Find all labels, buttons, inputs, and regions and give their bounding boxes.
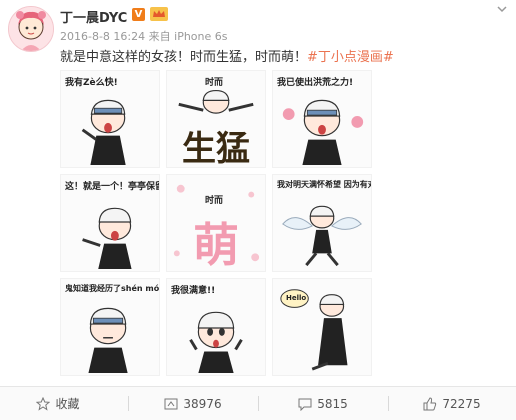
comment-icon bbox=[298, 398, 312, 411]
post-timestamp[interactable]: 2016-8-8 16:24 bbox=[60, 30, 145, 43]
image-grid: 我有Zè么快! 时而 生猛 我已使出洪荒之力! 这！就是一个！亭亭保 时而 萌 … bbox=[60, 70, 372, 376]
like-count: 72275 bbox=[442, 396, 481, 411]
chevron-down-icon[interactable] bbox=[496, 4, 508, 14]
user-avatar[interactable] bbox=[8, 6, 54, 52]
repost-count: 38976 bbox=[183, 396, 222, 411]
sticker-image[interactable]: 我已使出洪荒之力! bbox=[272, 70, 372, 168]
sticker-caption: 这！就是一个！亭亭保留的我！ bbox=[65, 182, 159, 192]
comment-button[interactable]: 5815 bbox=[258, 387, 388, 420]
sticker-image[interactable]: 这！就是一个！亭亭保留的我！ bbox=[60, 174, 160, 272]
verified-v-badge-icon: V bbox=[132, 8, 145, 21]
post-action-bar: 收藏 38976 5815 72275 bbox=[0, 386, 516, 420]
sticker-big-word: 萌 bbox=[193, 218, 239, 272]
sticker-image[interactable]: 鬼知道我经历了shén mó bbox=[60, 278, 160, 376]
sticker-caption: Hello bbox=[286, 294, 307, 302]
post-text: 就是中意这样的女孩！时而生猛，时而萌！#丁小点漫画# bbox=[60, 46, 394, 65]
comment-count: 5815 bbox=[317, 396, 348, 411]
weibo-post-card: 丁一晨DYC V 2016-8-8 16:24 来自 iPhone 6s 就是中… bbox=[0, 0, 516, 420]
sticker-image[interactable]: Hello bbox=[272, 278, 372, 376]
post-source: iPhone 6s bbox=[174, 30, 228, 43]
hashtag-link[interactable]: #丁小点漫画# bbox=[307, 50, 394, 65]
sticker-big-word: 生猛 bbox=[182, 129, 250, 168]
source-prefix: 来自 bbox=[148, 30, 171, 43]
repost-icon bbox=[164, 398, 178, 409]
member-crown-icon[interactable] bbox=[150, 7, 168, 21]
thumbs-up-icon bbox=[423, 396, 437, 410]
sticker-image[interactable]: 我对明天满怀希望 因为有对手又萌 bbox=[272, 174, 372, 272]
post-meta: 2016-8-8 16:24 来自 iPhone 6s bbox=[60, 28, 228, 44]
favorite-label: 收藏 bbox=[55, 397, 80, 411]
sticker-caption: 我对明天满怀希望 因为有对手又萌 bbox=[277, 180, 371, 189]
username-link[interactable]: 丁一晨DYC bbox=[60, 7, 127, 26]
avatar-illustration bbox=[9, 7, 53, 51]
sticker-caption: 我很满意!! bbox=[171, 286, 216, 296]
post-text-body: 就是中意这样的女孩！时而生猛，时而萌！ bbox=[60, 50, 308, 65]
sticker-caption: 鬼知道我经历了shén mó bbox=[65, 284, 160, 293]
sticker-caption: 我有Zè么快! bbox=[65, 78, 118, 88]
star-icon bbox=[36, 396, 51, 411]
sticker-image[interactable]: 我很满意!! bbox=[166, 278, 266, 376]
sticker-caption: 我已使出洪荒之力! bbox=[277, 78, 354, 88]
sticker-image[interactable]: 时而 萌 bbox=[166, 174, 266, 272]
sticker-image[interactable]: 时而 生猛 bbox=[166, 70, 266, 168]
favorite-button[interactable]: 收藏 bbox=[0, 387, 116, 420]
like-button[interactable]: 72275 bbox=[388, 387, 516, 420]
sticker-image[interactable]: 我有Zè么快! bbox=[60, 70, 160, 168]
repost-button[interactable]: 38976 bbox=[128, 387, 258, 420]
